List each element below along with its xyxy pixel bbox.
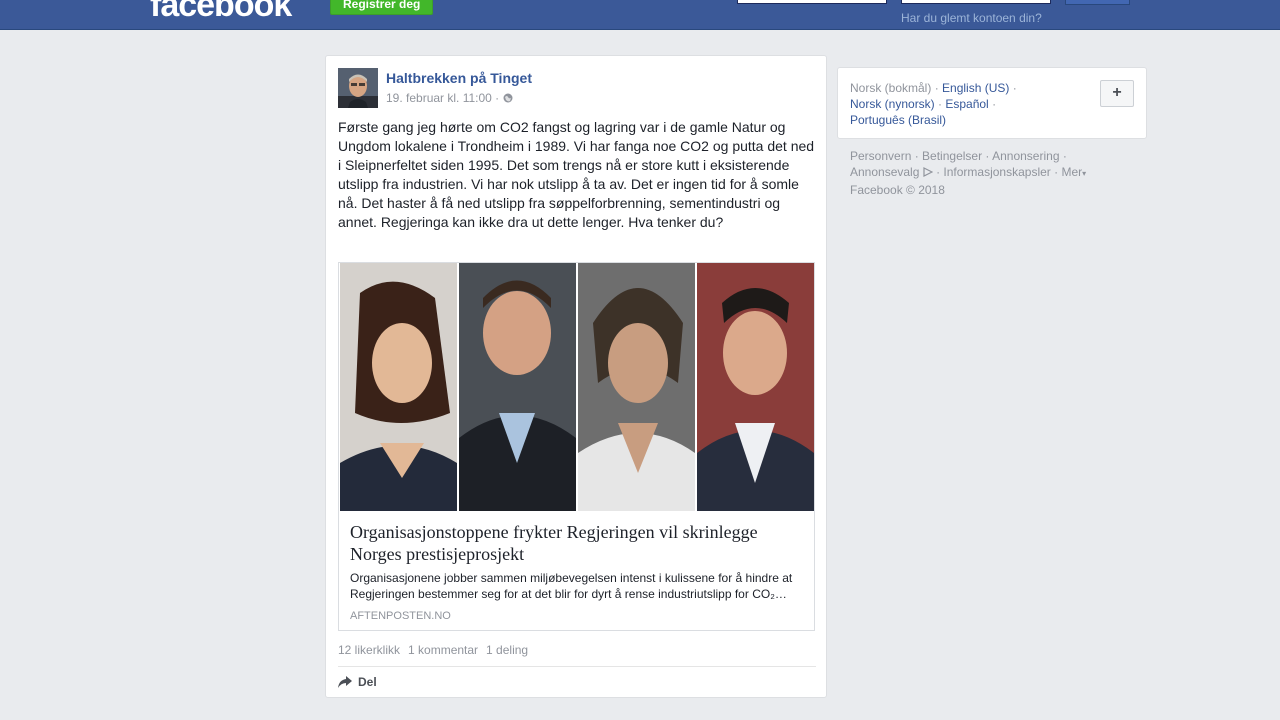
footer-link-ad-choices[interactable]: Annonsevalg [850, 165, 919, 179]
language-english-us[interactable]: English (US) [942, 81, 1009, 95]
portrait-photo-2 [459, 263, 576, 511]
post-date[interactable]: 19. februar kl. 11:00 · [386, 91, 499, 105]
forgot-account-link[interactable]: Har du glemt kontoen din? [901, 11, 1042, 25]
add-language-button[interactable]: + [1100, 80, 1134, 107]
link-description: Organisasjonene jobber sammen miljøbeveg… [350, 571, 793, 601]
link-domain: AFTENPOSTEN.NO [350, 610, 451, 622]
password-field[interactable] [901, 0, 1051, 4]
post-meta: 19. februar kl. 11:00 · [386, 91, 513, 105]
post-card: Haltbrekken på Tinget 19. februar kl. 11… [325, 55, 827, 698]
comments-count[interactable]: 1 kommentar [408, 643, 478, 657]
footer-link-terms[interactable]: Betingelser [922, 149, 982, 163]
footer-link-advertising[interactable]: Annonsering [992, 149, 1059, 163]
ad-choices-icon [923, 167, 933, 177]
footer-copyright: Facebook © 2018 [850, 183, 945, 197]
login-button[interactable] [1065, 0, 1130, 5]
portrait-photo-1 [340, 263, 457, 511]
post-text: Første gang jeg hørte om CO2 fangst og l… [338, 119, 815, 230]
email-field[interactable] [737, 0, 887, 4]
author-avatar[interactable] [338, 68, 378, 108]
link-title[interactable]: Organisasjonstoppene frykter Regjeringen… [350, 521, 800, 565]
language-espanol[interactable]: Español [945, 97, 988, 111]
likes-count[interactable]: 12 likerklikk [338, 643, 400, 657]
shares-count[interactable]: 1 deling [486, 643, 528, 657]
language-norsk-nynorsk[interactable]: Norsk (nynorsk) [850, 97, 935, 111]
footer-link-cookies[interactable]: Informasjonskapsler [943, 165, 1050, 179]
link-preview-image[interactable] [340, 263, 814, 511]
footer-links: Personvern · Betingelser · Annonsering ·… [850, 149, 1087, 197]
globe-icon [503, 93, 513, 103]
share-label: Del [358, 675, 377, 689]
portrait-photo-4 [697, 263, 814, 511]
post-stats: 12 likerklikk 1 kommentar 1 deling [338, 643, 528, 657]
register-button[interactable]: Registrer deg [330, 0, 434, 15]
language-portugues-brasil[interactable]: Português (Brasil) [850, 113, 946, 127]
language-list: Norsk (bokmål) · English (US) · Norsk (n… [850, 81, 1017, 127]
language-selector: Norsk (bokmål) · English (US) · Norsk (n… [837, 67, 1147, 139]
share-arrow-icon [338, 676, 352, 688]
footer-link-privacy[interactable]: Personvern [850, 149, 911, 163]
top-navigation-bar: facebook Registrer deg Har du glemt kont… [0, 0, 1280, 30]
post-author-name[interactable]: Haltbrekken på Tinget [386, 70, 532, 86]
portrait-photo-3 [578, 263, 695, 511]
footer-link-more[interactable]: Mer [1061, 165, 1082, 179]
share-button[interactable]: Del [338, 675, 377, 689]
facebook-logo[interactable]: facebook [150, 0, 292, 25]
post-divider [338, 666, 816, 667]
link-preview[interactable]: Organisasjonstoppene frykter Regjeringen… [338, 262, 815, 631]
caret-down-icon[interactable]: ▾ [1082, 169, 1086, 178]
current-language: Norsk (bokmål) [850, 81, 932, 95]
